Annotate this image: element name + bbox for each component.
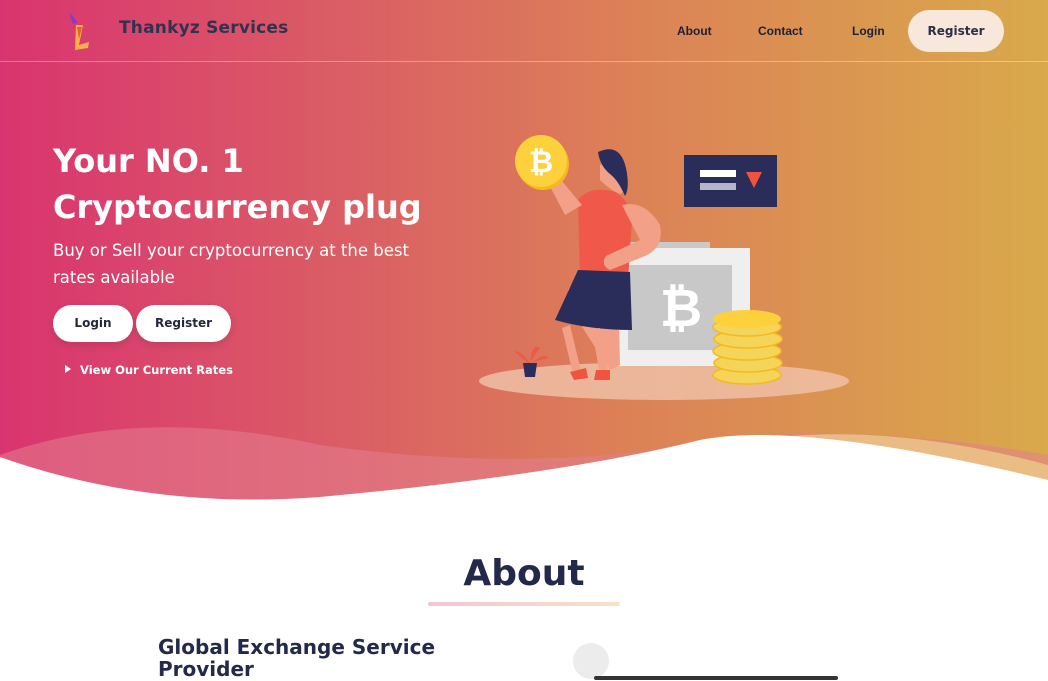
crypto-illustration: ₿ ₿: [479, 135, 849, 400]
svg-text:₿: ₿: [660, 279, 702, 339]
hero-section: Thankyz Services About Contact Login Reg…: [0, 0, 1048, 505]
nav-about-link[interactable]: About: [677, 24, 712, 38]
nav-register-button[interactable]: Register: [908, 10, 1004, 52]
about-title: About: [463, 553, 585, 594]
hero-wave: [0, 427, 1048, 505]
view-rates-link[interactable]: View Our Current Rates: [65, 363, 233, 377]
play-triangle-icon: [65, 365, 71, 373]
view-rates-label: View Our Current Rates: [80, 363, 233, 377]
brand-name[interactable]: Thankyz Services: [119, 18, 288, 38]
decorative-bar: [594, 676, 838, 680]
navbar: Thankyz Services About Contact Login Reg…: [0, 0, 1048, 62]
brand-logo-icon[interactable]: [63, 9, 97, 51]
svg-text:₿: ₿: [529, 145, 553, 180]
nav-login-link[interactable]: Login: [852, 24, 885, 38]
hero-login-button[interactable]: Login: [53, 305, 133, 342]
hero-register-button[interactable]: Register: [136, 305, 231, 342]
about-underline: [428, 602, 620, 606]
nav-contact-link[interactable]: Contact: [758, 24, 803, 38]
hero-headline: Your NO. 1 Cryptocurrency plug: [53, 142, 422, 226]
decorative-circle: [573, 643, 609, 679]
hero-subline: Buy or Sell your cryptocurrency at the b…: [53, 241, 409, 287]
bitcoin-icon: ₿: [660, 279, 702, 339]
section-heading: Global Exchange Service Provider: [158, 635, 436, 681]
